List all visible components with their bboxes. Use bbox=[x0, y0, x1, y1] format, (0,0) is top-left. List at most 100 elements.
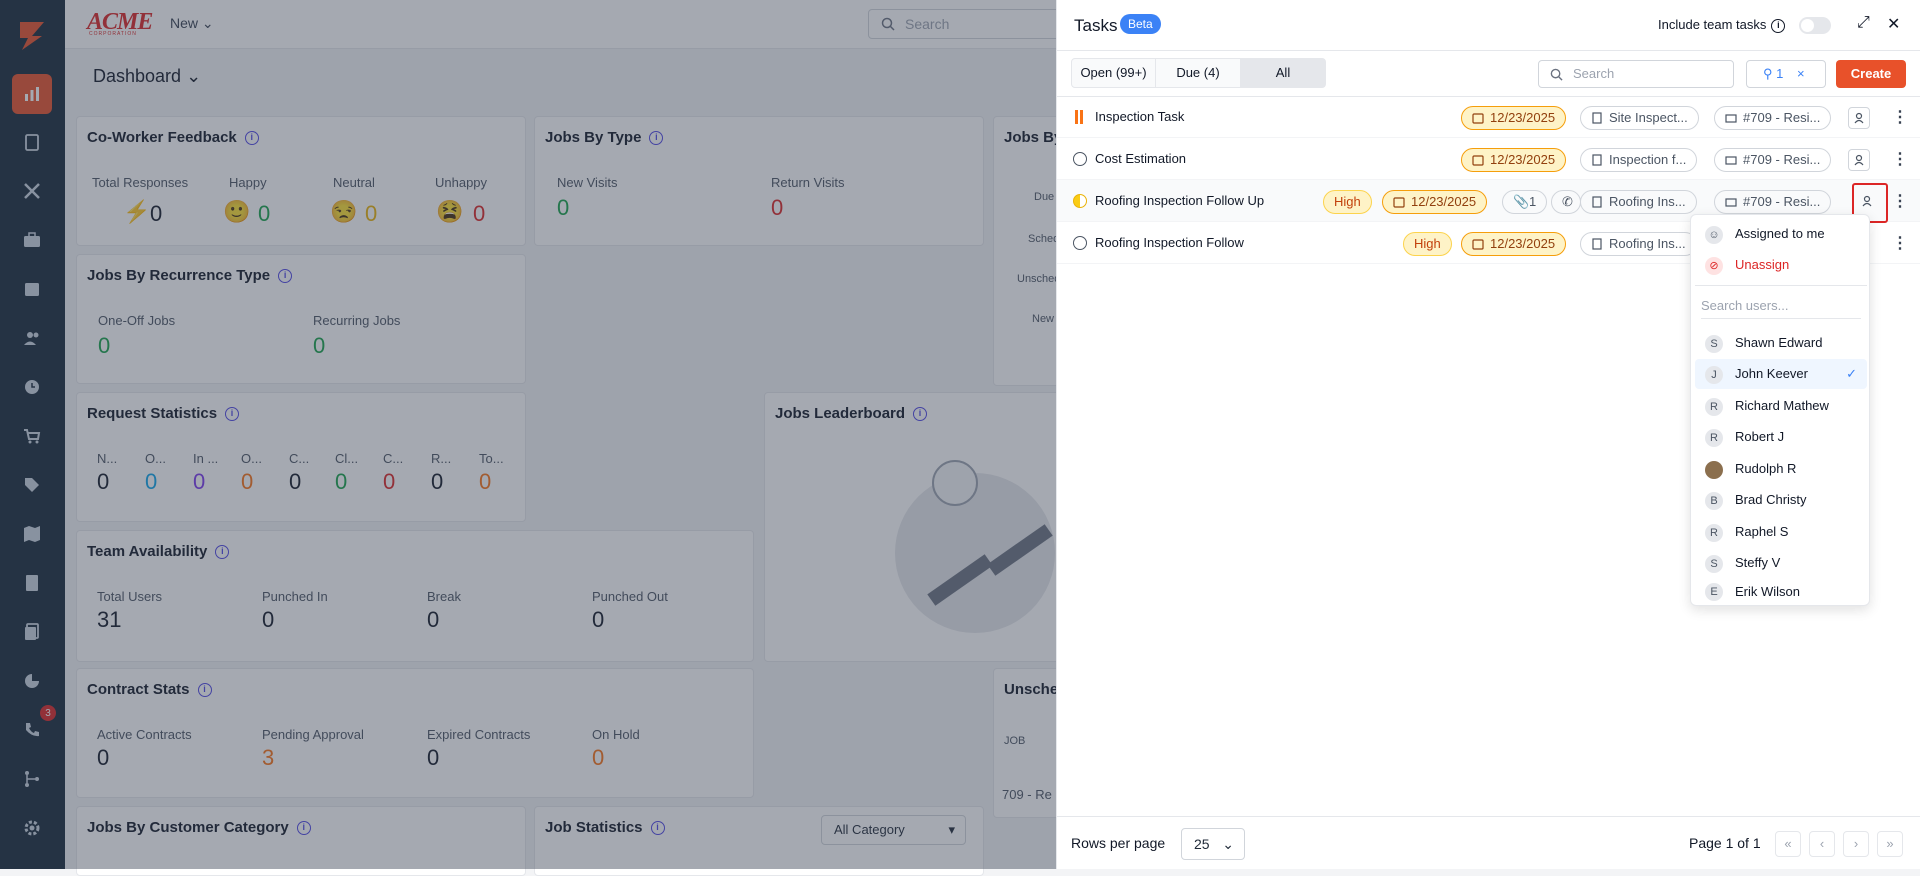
search-icon bbox=[1550, 68, 1563, 81]
more-options-icon[interactable]: ⋮ bbox=[1892, 191, 1908, 211]
task-search-placeholder: Search bbox=[1573, 66, 1615, 81]
user-option[interactable]: J John Keever ✓ bbox=[1695, 359, 1867, 389]
user-name: Robert J bbox=[1735, 429, 1785, 444]
avatar: E bbox=[1705, 583, 1723, 601]
priority-badge: High bbox=[1403, 232, 1452, 256]
due-date-chip[interactable]: 12/23/2025 bbox=[1461, 232, 1567, 256]
priority-badge: High bbox=[1323, 190, 1372, 214]
clear-filter-icon[interactable]: × bbox=[1797, 66, 1805, 81]
reference-chip[interactable]: Roofing Ins... bbox=[1580, 190, 1697, 214]
job-chip[interactable]: #709 - Resi... bbox=[1714, 106, 1832, 130]
job-chip[interactable]: #709 - Resi... bbox=[1714, 148, 1832, 172]
unassign-label: Unassign bbox=[1735, 257, 1790, 272]
filter-button[interactable]: ⚲ 1 × bbox=[1746, 60, 1826, 88]
pagination-footer: Rows per page 25 ⌄ Page 1 of 1 « ‹ › » bbox=[1057, 816, 1920, 869]
assign-user-icon[interactable] bbox=[1848, 107, 1870, 129]
document-icon bbox=[1592, 154, 1602, 166]
avatar: R bbox=[1705, 524, 1723, 542]
user-option[interactable]: E Erik Wilson bbox=[1695, 580, 1867, 604]
tab-all[interactable]: All bbox=[1241, 59, 1325, 87]
assigned-to-me-option[interactable]: ☺ Assigned to me bbox=[1695, 219, 1867, 249]
task-row[interactable]: Cost Estimation 12/23/2025 Inspection f.… bbox=[1057, 138, 1920, 180]
phone-icon[interactable]: ✆ bbox=[1551, 190, 1581, 214]
due-date: 12/23/2025 bbox=[1490, 236, 1556, 251]
unassign-option[interactable]: ⊘ Unassign bbox=[1695, 250, 1867, 280]
attachment-chip[interactable]: 📎 1 bbox=[1502, 190, 1548, 214]
expand-icon[interactable]: ⤢ bbox=[1857, 14, 1870, 32]
last-page-icon[interactable]: » bbox=[1877, 831, 1903, 857]
reference-chip[interactable]: Inspection f... bbox=[1580, 148, 1698, 172]
status-open-icon[interactable] bbox=[1073, 152, 1087, 166]
user-option[interactable]: S Shawn Edward bbox=[1695, 328, 1867, 358]
task-name[interactable]: Cost Estimation bbox=[1095, 151, 1186, 166]
briefcase-icon bbox=[1725, 114, 1737, 123]
include-team-label: Include team tasks i bbox=[1658, 17, 1786, 33]
task-row[interactable]: Inspection Task 12/23/2025 Site Inspect.… bbox=[1057, 96, 1920, 138]
task-search-input[interactable]: Search bbox=[1538, 60, 1734, 88]
user-name: Shawn Edward bbox=[1735, 335, 1823, 350]
document-icon bbox=[1592, 112, 1602, 124]
page-indicator: Page 1 of 1 bbox=[1689, 835, 1761, 851]
modal-backdrop[interactable] bbox=[0, 0, 1056, 869]
status-open-icon[interactable] bbox=[1073, 236, 1087, 250]
task-name[interactable]: Roofing Inspection Follow bbox=[1095, 235, 1244, 250]
info-icon[interactable]: i bbox=[1771, 18, 1786, 33]
reference-label: Roofing Ins... bbox=[1609, 236, 1686, 251]
attachment-count: 1 bbox=[1529, 194, 1537, 209]
due-date-chip[interactable]: 12/23/2025 bbox=[1382, 190, 1488, 214]
beta-badge: Beta bbox=[1120, 14, 1161, 34]
paperclip-icon: 📎 bbox=[1513, 194, 1530, 209]
job-label: #709 - Resi... bbox=[1743, 194, 1821, 209]
calendar-icon bbox=[1472, 155, 1484, 166]
briefcase-icon bbox=[1725, 198, 1737, 207]
calendar-icon bbox=[1472, 239, 1484, 250]
assigned-to-me-label: Assigned to me bbox=[1735, 226, 1825, 241]
document-icon bbox=[1592, 196, 1602, 208]
assign-user-dropdown: ☺ Assigned to me ⊘ Unassign Search users..… bbox=[1690, 214, 1870, 606]
avatar bbox=[1705, 461, 1723, 479]
more-options-icon[interactable]: ⋮ bbox=[1892, 233, 1908, 253]
due-date-chip[interactable]: 12/23/2025 bbox=[1461, 106, 1567, 130]
more-options-icon[interactable]: ⋮ bbox=[1892, 107, 1908, 127]
prev-page-icon[interactable]: ‹ bbox=[1809, 831, 1835, 857]
avatar: S bbox=[1705, 335, 1723, 353]
unassign-icon: ⊘ bbox=[1705, 257, 1723, 275]
task-name[interactable]: Inspection Task bbox=[1095, 109, 1184, 124]
next-page-icon[interactable]: › bbox=[1843, 831, 1869, 857]
user-name: Raphel S bbox=[1735, 524, 1789, 539]
due-date: 12/23/2025 bbox=[1490, 152, 1556, 167]
tab-open[interactable]: Open (99+) bbox=[1072, 59, 1156, 87]
user-option[interactable]: R Robert J bbox=[1695, 422, 1867, 452]
reference-chip[interactable]: Roofing Ins... bbox=[1580, 232, 1697, 256]
due-date: 12/23/2025 bbox=[1490, 110, 1556, 125]
user-name: Rudolph R bbox=[1735, 461, 1797, 476]
first-page-icon[interactable]: « bbox=[1775, 831, 1801, 857]
job-chip[interactable]: #709 - Resi... bbox=[1714, 190, 1832, 214]
task-name[interactable]: Roofing Inspection Follow Up bbox=[1095, 193, 1264, 208]
user-name: Steffy V bbox=[1735, 555, 1781, 570]
user-option[interactable]: R Raphel S bbox=[1695, 517, 1867, 547]
tab-due[interactable]: Due (4) bbox=[1156, 59, 1241, 87]
avatar: R bbox=[1705, 429, 1723, 447]
assign-user-icon[interactable] bbox=[1848, 149, 1870, 171]
job-label: #709 - Resi... bbox=[1743, 152, 1821, 167]
user-name: John Keever bbox=[1735, 366, 1808, 381]
chevron-down-icon: ⌄ bbox=[1222, 836, 1234, 852]
avatar: B bbox=[1705, 492, 1723, 510]
filter-count: 1 bbox=[1776, 66, 1784, 81]
user-option[interactable]: B Brad Christy bbox=[1695, 485, 1867, 515]
user-option[interactable]: R Richard Mathew bbox=[1695, 391, 1867, 421]
filter-icon: ⚲ bbox=[1763, 66, 1773, 81]
create-button[interactable]: Create bbox=[1836, 60, 1906, 88]
avatar: R bbox=[1705, 398, 1723, 416]
close-icon[interactable]: ✕ bbox=[1887, 14, 1900, 34]
reference-chip[interactable]: Site Inspect... bbox=[1580, 106, 1699, 130]
user-option[interactable]: S Steffy V bbox=[1695, 548, 1867, 578]
include-team-toggle[interactable] bbox=[1799, 17, 1831, 34]
user-search-input[interactable]: Search users... bbox=[1701, 293, 1861, 319]
user-option[interactable]: Rudolph R bbox=[1695, 454, 1867, 484]
more-options-icon[interactable]: ⋮ bbox=[1892, 149, 1908, 169]
status-in-progress-icon[interactable] bbox=[1073, 194, 1087, 208]
rows-per-page-select[interactable]: 25 ⌄ bbox=[1181, 828, 1245, 860]
due-date-chip[interactable]: 12/23/2025 bbox=[1461, 148, 1567, 172]
